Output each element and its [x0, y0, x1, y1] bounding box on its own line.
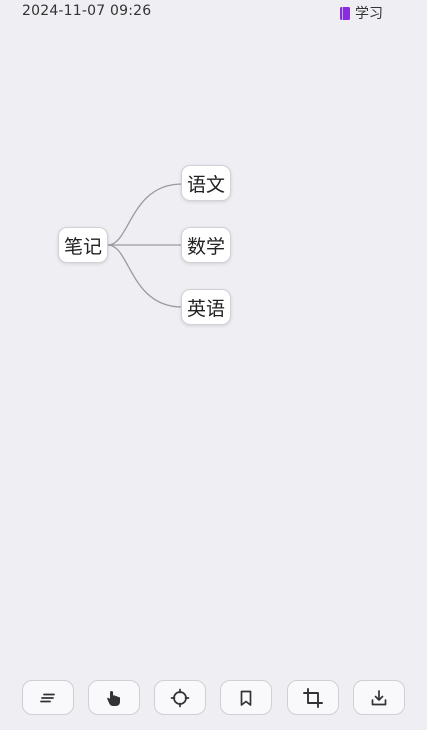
bookmark-button[interactable]: [220, 680, 272, 715]
mindmap-canvas[interactable]: 笔记 语文 数学 英语: [0, 26, 427, 666]
mindmap-node-english[interactable]: 英语: [181, 289, 231, 325]
notebook-label: 学习: [355, 6, 383, 22]
outline-button[interactable]: [22, 680, 74, 715]
crop-button[interactable]: [287, 680, 339, 715]
locate-center-button[interactable]: [154, 680, 206, 715]
crop-icon: [303, 687, 323, 708]
mindmap-node-math[interactable]: 数学: [181, 227, 231, 263]
link-to-chinese: [107, 183, 183, 246]
notebook-icon: [340, 6, 350, 20]
bookmark-icon: [240, 690, 252, 706]
download-button[interactable]: [353, 680, 405, 715]
bottom-toolbar: [0, 680, 427, 718]
status-bar: 2024-11-07 09:26 学习: [0, 0, 427, 26]
mindmap-root-node[interactable]: 笔记: [58, 227, 108, 263]
node-label: 语文: [187, 173, 226, 196]
download-icon: [371, 689, 387, 705]
node-label: 数学: [187, 235, 226, 258]
outline-lines-icon: [40, 693, 55, 702]
notebook-indicator[interactable]: 学习: [340, 3, 383, 23]
crosshair-target-icon: [170, 688, 190, 707]
hand-pointer-icon: [107, 690, 120, 706]
mindmap-node-chinese[interactable]: 语文: [181, 165, 231, 201]
timestamp: 2024-11-07 09:26: [22, 3, 152, 19]
node-label: 英语: [187, 297, 226, 320]
link-to-english: [107, 244, 183, 308]
root-node-label: 笔记: [64, 235, 103, 258]
mindmap-links: [107, 183, 183, 308]
hand-tool-button[interactable]: [88, 680, 140, 715]
